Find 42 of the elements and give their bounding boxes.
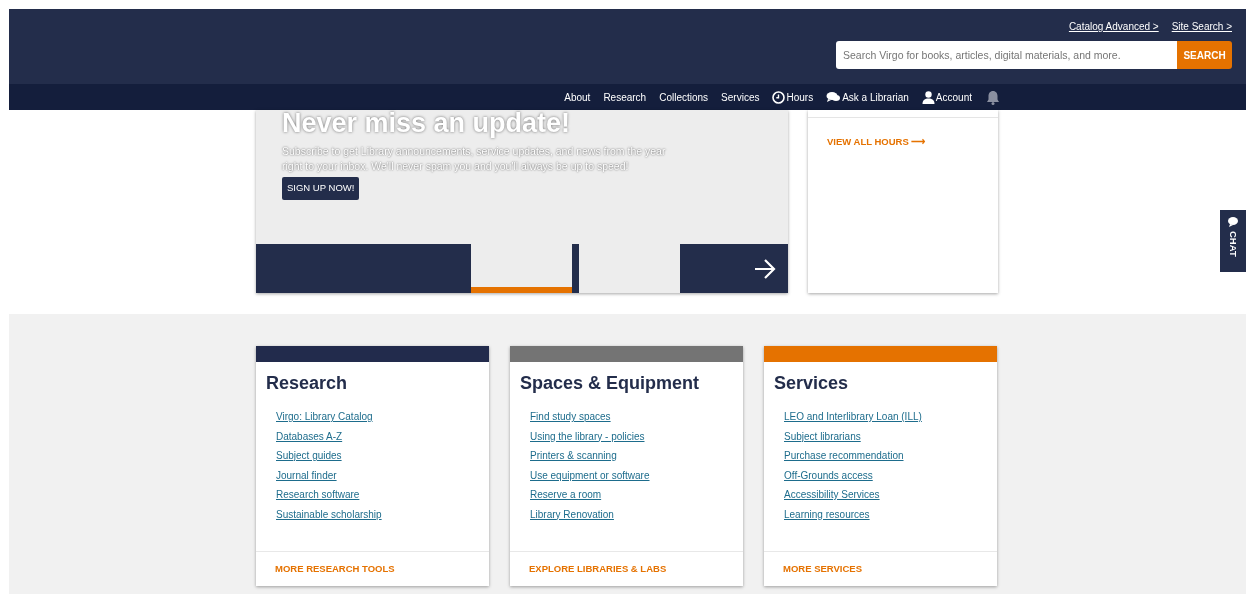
chat-bubbles-icon [826, 91, 842, 103]
card-link[interactable]: Off-Grounds access [784, 468, 873, 482]
bell-icon[interactable] [986, 89, 1000, 105]
card-link[interactable]: Learning resources [784, 507, 870, 521]
search-field[interactable]: Search Virgo for books, articles, digital materials, and more. [836, 41, 1177, 69]
nav-link[interactable]: Ask a Librarian [826, 89, 909, 105]
nav-link[interactable]: Hours [772, 89, 814, 105]
nav-link[interactable]: About [564, 89, 591, 105]
person-icon [921, 90, 935, 104]
chat-icon [1227, 216, 1239, 228]
nav-link[interactable]: Research [603, 89, 647, 105]
card-link[interactable]: Accessibility Services [784, 488, 880, 502]
chat-tab[interactable]: CHAT [1220, 210, 1246, 272]
nav-link[interactable]: Collections [659, 89, 709, 105]
card-link[interactable]: Subject guides [276, 449, 342, 463]
card-title: Research [265, 372, 349, 394]
card-link[interactable]: Sustainable scholarship [276, 507, 382, 521]
card-title: Spaces & Equipment [519, 372, 701, 394]
card-link[interactable]: Journal finder [276, 468, 337, 482]
clock-icon [772, 90, 786, 104]
card-link[interactable]: Use equipment or software [530, 468, 650, 482]
card-link[interactable]: LEO and Interlibrary Loan (ILL) [784, 410, 922, 424]
nav-link[interactable]: Account [921, 89, 972, 105]
card-link[interactable]: Using the library - policies [530, 429, 645, 443]
card-title: Services [773, 372, 850, 394]
next-button[interactable] [680, 244, 788, 293]
sign-up-button[interactable]: SIGN UP NOW! [282, 177, 360, 200]
card-link[interactable]: Library Renovation [530, 507, 614, 521]
card-link[interactable]: Databases A-Z [276, 429, 343, 443]
chat-label: CHAT [1228, 231, 1238, 257]
arrow-right-icon [754, 258, 776, 279]
card-link[interactable]: Find study spaces [530, 410, 611, 424]
header-link[interactable]: Site Search > [1171, 19, 1232, 34]
header-link[interactable]: Catalog Advanced > [1068, 19, 1159, 34]
card-link[interactable]: Purchase recommendation [784, 449, 904, 463]
card-link[interactable]: Reserve a room [530, 488, 602, 502]
card-link[interactable]: Virgo: Library Catalog [276, 410, 373, 424]
hero-title: Never miss an update! [282, 108, 571, 138]
card-link[interactable]: Printers & scanning [530, 449, 617, 463]
card-link[interactable]: Research software [276, 488, 360, 502]
card-link[interactable]: Subject librarians [784, 429, 861, 443]
nav-link[interactable]: Services [721, 89, 760, 105]
